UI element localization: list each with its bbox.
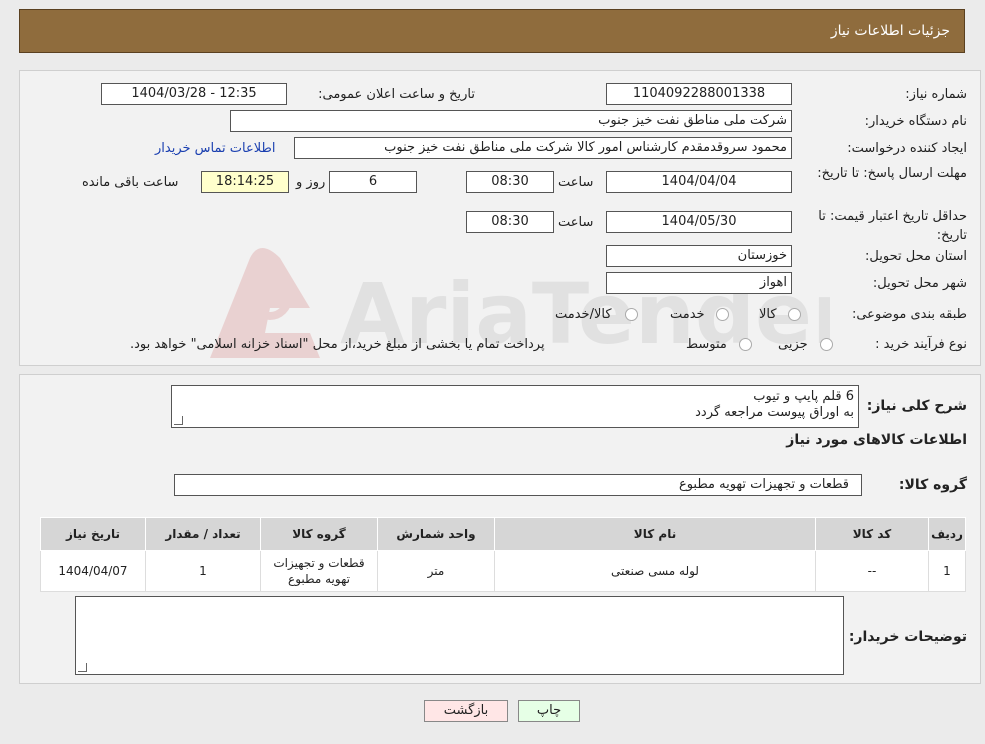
cell-date: 1404/04/07 (40, 550, 146, 592)
process-minor-radio[interactable] (820, 338, 833, 351)
print-button[interactable]: چاپ (518, 700, 580, 722)
price-validity-label: حداقل تاریخ اعتبار قیمت: تا تاریخ: (818, 209, 967, 243)
remaining-time-field: 18:14:25 (201, 171, 289, 193)
category-goods-radio[interactable] (788, 308, 801, 321)
creator-field: محمود سروقدمقدم کارشناس امور کالا شرکت م… (294, 137, 792, 159)
category-goods-label: کالا (759, 307, 777, 322)
buyer-org-field: شرکت ملی مناطق نفت خیز جنوب (230, 110, 792, 132)
general-description-label: شرح کلی نیاز: (866, 398, 967, 414)
description-line-1: 6 قلم پایپ و تیوب (753, 389, 854, 404)
city-field: اهواز (606, 272, 792, 294)
deadline-date-field: 1404/04/04 (606, 171, 792, 193)
resize-grip-icon[interactable] (78, 663, 87, 672)
items-table: ردیف کد کالا نام کالا واحد شمارش گروه کا… (40, 517, 966, 592)
validity-date-field: 1404/05/30 (606, 211, 792, 233)
cell-name: لوله مسی صنعتی (494, 550, 816, 592)
remaining-time-label: ساعت باقی مانده (82, 175, 179, 190)
days-remaining-field: 6 (329, 171, 417, 193)
deadline-time-field: 08:30 (466, 171, 554, 193)
buyer-notes-textarea[interactable] (75, 596, 844, 675)
table-header-row: ردیف کد کالا نام کالا واحد شمارش گروه کا… (40, 517, 966, 551)
category-label: طبقه بندی موضوعی: (851, 307, 967, 322)
description-line-2: به اوراق پیوست مراجعه گردد (695, 405, 854, 420)
need-number-field: 1104092288001338 (606, 83, 792, 105)
process-minor-label: جزیی (778, 337, 808, 352)
deadline-time-label: ساعت (558, 175, 594, 190)
category-service-radio[interactable] (716, 308, 729, 321)
page-title: جزئیات اطلاعات نیاز (830, 23, 950, 39)
col-group-header: گروه کالا (260, 517, 378, 551)
buyer-org-label: نام دستگاه خریدار: (864, 114, 967, 129)
announce-date-field: 1404/03/28 - 12:35 (101, 83, 287, 105)
need-number-label: شماره نیاز: (905, 87, 967, 102)
cell-unit: متر (377, 550, 495, 592)
category-goods-service-radio[interactable] (625, 308, 638, 321)
announce-date-label: تاریخ و ساعت اعلان عمومی: (318, 87, 475, 102)
items-section-title: اطلاعات کالاهای مورد نیاز (786, 432, 967, 448)
process-note: پرداخت تمام یا بخشی از مبلغ خرید،از محل … (130, 337, 545, 352)
city-label: شهر محل تحویل: (872, 276, 967, 291)
col-row-header: ردیف (928, 517, 966, 551)
cell-quantity: 1 (145, 550, 261, 592)
col-date-header: تاریخ نیاز (40, 517, 146, 551)
col-code-header: کد کالا (815, 517, 929, 551)
goods-group-field: قطعات و تجهیزات تهویه مطبوع (174, 474, 862, 496)
cell-row: 1 (928, 550, 966, 592)
province-field: خوزستان (606, 245, 792, 267)
buyer-contact-link[interactable]: اطلاعات تماس خریدار (155, 141, 275, 156)
process-medium-label: متوسط (686, 337, 727, 352)
col-quantity-header: تعداد / مقدار (145, 517, 261, 551)
province-label: استان محل تحویل: (865, 249, 967, 264)
table-row: 1 -- لوله مسی صنعتی متر قطعات و تجهیزات … (40, 550, 966, 592)
resize-grip-icon[interactable] (174, 416, 183, 425)
cell-code: -- (815, 550, 929, 592)
back-button[interactable]: بازگشت (424, 700, 508, 722)
process-medium-radio[interactable] (739, 338, 752, 351)
general-description-textarea[interactable]: 6 قلم پایپ و تیوب به اوراق پیوست مراجعه … (171, 385, 859, 428)
validity-time-field: 08:30 (466, 211, 554, 233)
category-goods-service-label: کالا/خدمت (555, 307, 612, 322)
category-service-label: خدمت (670, 307, 705, 322)
creator-label: ایجاد کننده درخواست: (847, 141, 967, 156)
validity-time-label: ساعت (558, 215, 594, 230)
goods-group-label: گروه کالا: (898, 477, 967, 493)
cell-group: قطعات و تجهیزات تهویه مطبوع (260, 550, 378, 592)
days-label: روز و (296, 175, 326, 190)
page-header: جزئیات اطلاعات نیاز (19, 9, 965, 53)
col-unit-header: واحد شمارش (377, 517, 495, 551)
buyer-notes-label: توضیحات خریدار: (848, 629, 967, 645)
col-name-header: نام کالا (494, 517, 816, 551)
deadline-label: مهلت ارسال پاسخ: تا تاریخ: (817, 166, 967, 181)
process-type-label: نوع فرآیند خرید : (875, 337, 967, 352)
